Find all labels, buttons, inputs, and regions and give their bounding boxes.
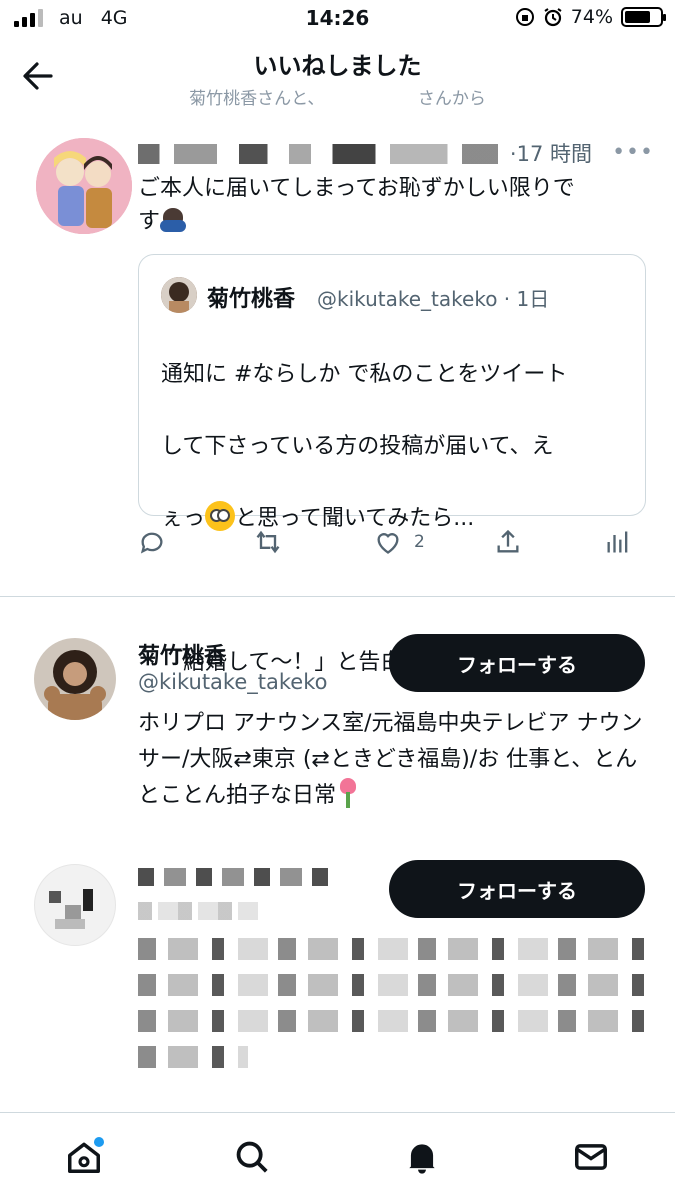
follow-button[interactable]: フォローする — [389, 634, 645, 692]
analytics-icon — [607, 531, 628, 553]
quote-author-handle: @kikutake_takeko · 1日 — [317, 287, 550, 311]
user-avatar[interactable] — [34, 638, 116, 720]
bottom-tab-bar — [0, 1112, 675, 1200]
alarm-icon — [544, 8, 562, 27]
redacted-user-handle — [138, 902, 258, 920]
user-handle: @kikutake_takeko — [138, 670, 328, 694]
user-avatar[interactable] — [34, 864, 116, 946]
tulip-emoji-icon — [336, 778, 360, 808]
tweet-text-fragment: す — [138, 209, 161, 234]
bowing-person-emoji-icon — [160, 208, 187, 232]
share-button[interactable] — [494, 528, 522, 556]
tab-messages[interactable] — [567, 1133, 615, 1181]
astronaut-avatar-image — [161, 277, 197, 313]
redacted-author-name[interactable] — [138, 144, 498, 164]
redacted-bio-line — [138, 974, 648, 996]
orientation-lock-icon — [515, 8, 534, 26]
analytics-button[interactable] — [604, 528, 632, 556]
divider — [0, 596, 675, 597]
battery-percent: 74% — [570, 6, 613, 28]
redacted-bio-line — [138, 1010, 648, 1032]
redacted-bio-line — [138, 938, 648, 960]
more-options-icon[interactable]: ••• — [612, 140, 654, 165]
tweet-text-line: す — [138, 205, 658, 238]
tweet-text: ご本人に届いてしまってお恥ずかしい限りで す — [138, 172, 658, 238]
user-bio-text: ホリプロ アナウンス室/元福島中央テレビア ナウンサー/大阪⇄東京 (⇄ときどき… — [138, 711, 643, 808]
heart-icon — [377, 533, 399, 554]
redacted-avatar-image — [49, 889, 93, 929]
search-icon — [236, 1141, 268, 1173]
like-button[interactable]: 2 — [374, 528, 425, 556]
notification-dot — [94, 1137, 104, 1147]
astronaut-avatar-image — [34, 638, 116, 720]
reply-button[interactable] — [138, 528, 166, 556]
mail-icon — [575, 1144, 607, 1170]
redacted-bio-line — [138, 1046, 248, 1068]
page-title: いいねしました — [253, 52, 422, 80]
flushed-face-emoji-icon — [205, 501, 236, 531]
status-bar: au 4G 14:26 74% — [0, 0, 675, 38]
retweet-icon — [256, 530, 280, 554]
tweet-actions: 2 — [138, 528, 638, 564]
quoted-tweet[interactable]: 菊竹桃香 @kikutake_takeko · 1日 通知に #ならしか で私の… — [138, 254, 646, 675]
anime-avatar-image — [36, 138, 132, 234]
redacted-user-name — [138, 868, 328, 886]
header: いいねしました 菊竹桃香さんと、 さんから — [0, 38, 675, 118]
retweet-button[interactable] — [254, 528, 282, 556]
page-subtitle: 菊竹桃香さんと、 さんから — [189, 89, 486, 109]
tweet-header: ·17 時間 ••• — [138, 138, 658, 168]
like-count: 2 — [414, 532, 425, 552]
tweet-text-line: ご本人に届いてしまってお恥ずかしい限りで — [138, 176, 575, 201]
tab-notifications[interactable] — [398, 1133, 446, 1181]
battery-icon — [621, 7, 666, 27]
status-right: 74% — [515, 6, 666, 28]
user-bio: ホリプロ アナウンス室/元福島中央テレビア ナウンサー/大阪⇄東京 (⇄ときどき… — [138, 706, 648, 814]
quote-text-line: 通知に #ならしか で私のことをツイート — [161, 362, 568, 387]
follow-button[interactable]: フォローする — [389, 860, 645, 918]
bell-icon — [409, 1144, 435, 1174]
tweet[interactable]: ·17 時間 ••• ご本人に届いてしまってお恥ずかしい限りで す 菊竹桃香 @… — [0, 128, 675, 675]
reply-icon — [140, 532, 163, 554]
tweet-avatar[interactable] — [36, 138, 132, 234]
tab-search[interactable] — [228, 1133, 276, 1181]
quote-text-line: して下さっている方の投稿が届いて、え — [161, 434, 554, 459]
user-name: 菊竹桃香 — [138, 644, 227, 669]
share-icon — [497, 529, 519, 553]
quote-author-name: 菊竹桃香 — [207, 287, 296, 312]
tweet-time[interactable]: ·17 時間 — [510, 138, 592, 168]
tab-home[interactable] — [60, 1133, 108, 1181]
quote-avatar — [161, 277, 197, 313]
